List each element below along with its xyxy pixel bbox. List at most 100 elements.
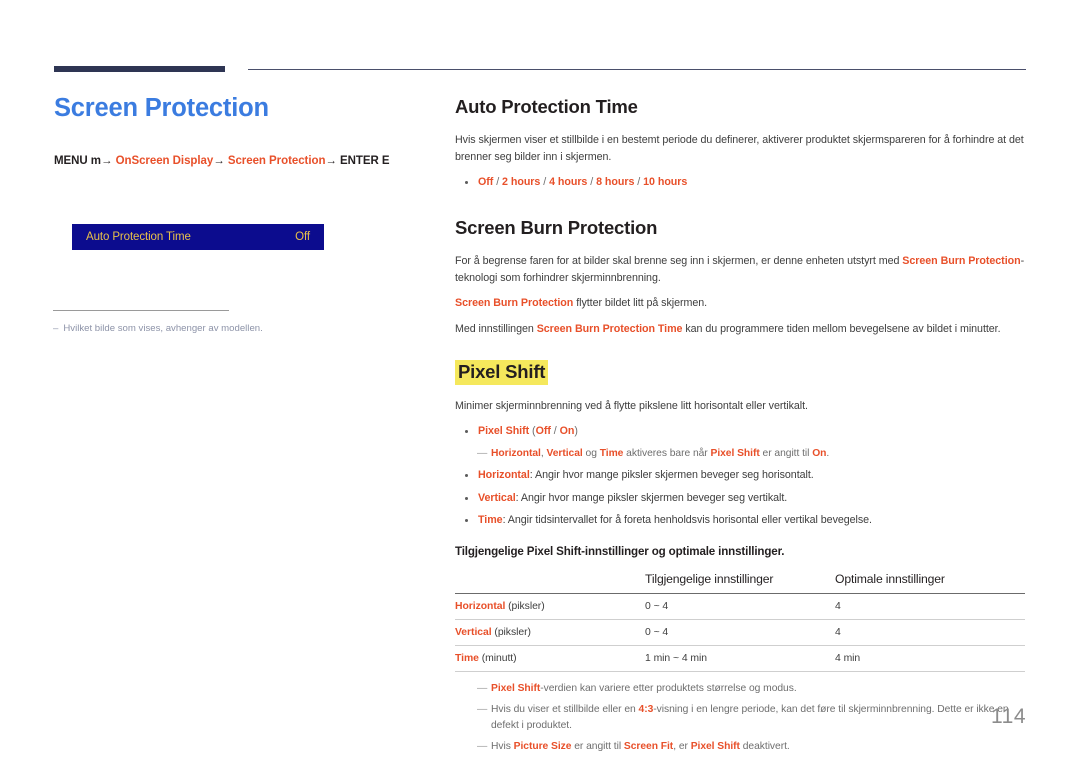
table-row: Time (minutt) 1 min ~ 4 min 4 min xyxy=(455,645,1025,672)
table-row: Vertical (piksler) 0 ~ 4 4 xyxy=(455,619,1025,646)
left-note-text: Hvilket bilde som vises, avhenger av mod… xyxy=(63,323,263,334)
paren-close: ) xyxy=(574,425,578,438)
page-title: Screen Protection xyxy=(54,94,269,122)
list-item: Time: Angir tidsintervallet for å foreta… xyxy=(455,512,1025,529)
subnote-mid: aktiveres bare når xyxy=(623,447,711,459)
footnote-3-term-screen-fit: Screen Fit xyxy=(623,741,674,753)
bullet-dot-icon xyxy=(465,519,468,523)
header-rules xyxy=(0,66,1080,76)
subnote-sep-2: og xyxy=(582,447,600,459)
pixel-shift-term: Pixel Shift xyxy=(478,425,530,438)
option-desc-horizontal: : Angir hvor mange piksler skjermen beve… xyxy=(529,469,814,482)
sb-p3-b: kan du programmere tiden mellom bevegels… xyxy=(682,322,1001,335)
option-term-time: Time xyxy=(478,514,503,527)
footnote-3-term-pixel-shift: Pixel Shift xyxy=(690,741,740,753)
sb-p2-term: Screen Burn Protection xyxy=(455,297,574,310)
row-term-horizontal: Horizontal xyxy=(455,600,506,612)
sb-p1-term: Screen Burn Protection xyxy=(902,255,1021,268)
row-unit-time: (minutt) xyxy=(478,652,517,664)
pixel-shift-sub-options-list: Horizontal: Angir hvor mange piksler skj… xyxy=(455,467,1025,529)
footnotes: — Pixel Shift -verdien kan variere etter p… xyxy=(455,681,1025,755)
option-8-hours: 8 hours xyxy=(596,176,635,189)
row-optimal-horizontal: 4 xyxy=(835,593,1025,620)
left-note-dash: – xyxy=(53,323,59,334)
osd-menu-value: Off xyxy=(295,231,310,243)
pixel-shift-paragraph: Minimer skjerminnbrenning ved å flytte p… xyxy=(455,399,808,412)
option-2-hours: 2 hours xyxy=(502,176,541,189)
left-column: Screen Protection MENU m → OnScreen Displ… xyxy=(54,94,404,167)
subnote-term-pixel-shift: Pixel Shift xyxy=(710,447,760,459)
menu-path-arrow-3: → xyxy=(325,155,337,168)
row-label-time: Time (minutt) xyxy=(455,645,645,672)
row-label-vertical: Vertical (piksler) xyxy=(455,619,645,646)
footnote-dash: — xyxy=(477,682,488,694)
row-term-vertical: Vertical xyxy=(455,626,492,638)
screen-burn-paragraph-2: Screen Burn Protection flytter bildet li… xyxy=(455,295,1025,312)
pixel-shift-settings-table: Tilgjengelige innstillinger Optimale inn… xyxy=(455,572,1025,672)
table-row: Horizontal (piksler) 0 ~ 4 4 xyxy=(455,593,1025,620)
screen-burn-paragraph-3: Med innstillingen Screen Burn Protection… xyxy=(455,321,1025,338)
list-item: Horizontal: Angir hvor mange piksler skj… xyxy=(455,467,1025,484)
subnote-term-time: Time xyxy=(599,447,624,459)
bullet-dot-icon xyxy=(465,181,468,185)
menu-path-item-onscreen-display: OnScreen Display xyxy=(115,155,214,168)
footnote-1: — Pixel Shift-verdien kan variere etter p… xyxy=(455,681,1025,696)
table-body: Horizontal (piksler) 0 ~ 4 4 Vertical (p… xyxy=(455,593,1025,672)
osd-menu-row-auto-protection-time[interactable]: Auto Protection Time Off xyxy=(72,224,324,250)
row-unit-horizontal: (piksler) xyxy=(505,600,545,612)
menu-path-start: MENU m xyxy=(54,155,101,168)
option-term-horizontal: Horizontal xyxy=(478,469,530,482)
menu-path-breadcrumb: MENU m→ OnScreen Display→ Screen Protect… xyxy=(54,155,404,167)
row-available-horizontal: 0 ~ 4 xyxy=(645,593,835,620)
row-available-vertical: 0 ~ 4 xyxy=(645,619,835,646)
table-header-optimal: Optimale innstillinger xyxy=(835,571,945,586)
footnote-dash: — xyxy=(477,741,488,753)
pixel-shift-main-option-list: Pixel Shift (Off / On) xyxy=(455,423,1025,440)
table-header-available: Tilgjengelige innstillinger xyxy=(645,571,774,586)
pixel-shift-value-on: On xyxy=(559,425,575,438)
row-unit-vertical: (piksler) xyxy=(491,626,531,638)
sb-p1-a: For å begrense faren for at bilder skal … xyxy=(455,255,903,268)
header-rule-thick xyxy=(54,66,225,72)
footnote-1-text: -verdien kan variere etter produktets st… xyxy=(540,682,797,694)
footnote-3-pre: Hvis xyxy=(491,741,514,753)
table-header-blank xyxy=(455,572,645,594)
option-desc-vertical: : Angir hvor mange piksler skjermen beve… xyxy=(515,491,788,504)
sb-p3-a: Med innstillingen xyxy=(455,322,537,335)
row-label-horizontal: Horizontal (piksler) xyxy=(455,593,645,620)
list-item: Vertical: Angir hvor mange piksler skjer… xyxy=(455,490,1025,507)
row-optimal-time: 4 min xyxy=(835,645,1025,672)
menu-path-end: ENTER E xyxy=(340,155,390,168)
sb-p3-term: Screen Burn Protection Time xyxy=(536,322,683,335)
right-column: Auto Protection Time Hvis skjermen viser… xyxy=(455,96,1025,761)
subnote-mid-2: er angitt til xyxy=(759,447,813,459)
screen-burn-paragraph-1: For å begrense faren for at bilder skal … xyxy=(455,253,1025,286)
subnote-term-vertical: Vertical xyxy=(546,447,583,459)
footnote-2-term: 4:3 xyxy=(638,704,654,716)
row-term-time: Time xyxy=(455,652,479,664)
auto-protection-options-list: Off / 2 hours / 4 hours / 8 hours / 10 h… xyxy=(455,174,1025,191)
pixel-shift-subnote: — Horizontal, Vertical og Time aktiveres … xyxy=(455,446,1025,461)
option-4-hours: 4 hours xyxy=(549,176,588,189)
row-optimal-vertical: 4 xyxy=(835,619,1025,646)
left-note-divider xyxy=(53,310,229,311)
option-desc-time: : Angir tidsintervallet for å foreta hen… xyxy=(502,514,872,527)
section-title-auto-protection-time: Auto Protection Time xyxy=(455,96,638,117)
footnote-3-term-picture-size: Picture Size xyxy=(513,741,572,753)
header-rule-thin xyxy=(248,69,1026,71)
footnote-2: — Hvis du viser et stillbilde eller en 4:… xyxy=(455,702,1025,733)
footnote-3: — Hvis Picture Size er angitt til Screen … xyxy=(455,739,1025,754)
subnote-dash: — xyxy=(477,447,488,459)
bullet-dot-icon xyxy=(465,430,468,434)
footnote-3-text: deaktivert. xyxy=(739,741,790,753)
table-head: Tilgjengelige innstillinger Optimale inn… xyxy=(455,572,1025,594)
table-header-row: Tilgjengelige innstillinger Optimale inn… xyxy=(455,572,1025,594)
footnote-2-pre: Hvis du viser et stillbilde eller en xyxy=(491,704,639,716)
footnote-3-mid-2: , er xyxy=(673,741,691,753)
page-number: 114 xyxy=(991,705,1026,728)
section-title-screen-burn-protection: Screen Burn Protection xyxy=(455,216,658,238)
footnote-dash: — xyxy=(477,704,488,716)
osd-menu-label: Auto Protection Time xyxy=(86,231,191,243)
bullet-dot-icon xyxy=(465,496,468,500)
bullet-dot-icon xyxy=(465,474,468,478)
